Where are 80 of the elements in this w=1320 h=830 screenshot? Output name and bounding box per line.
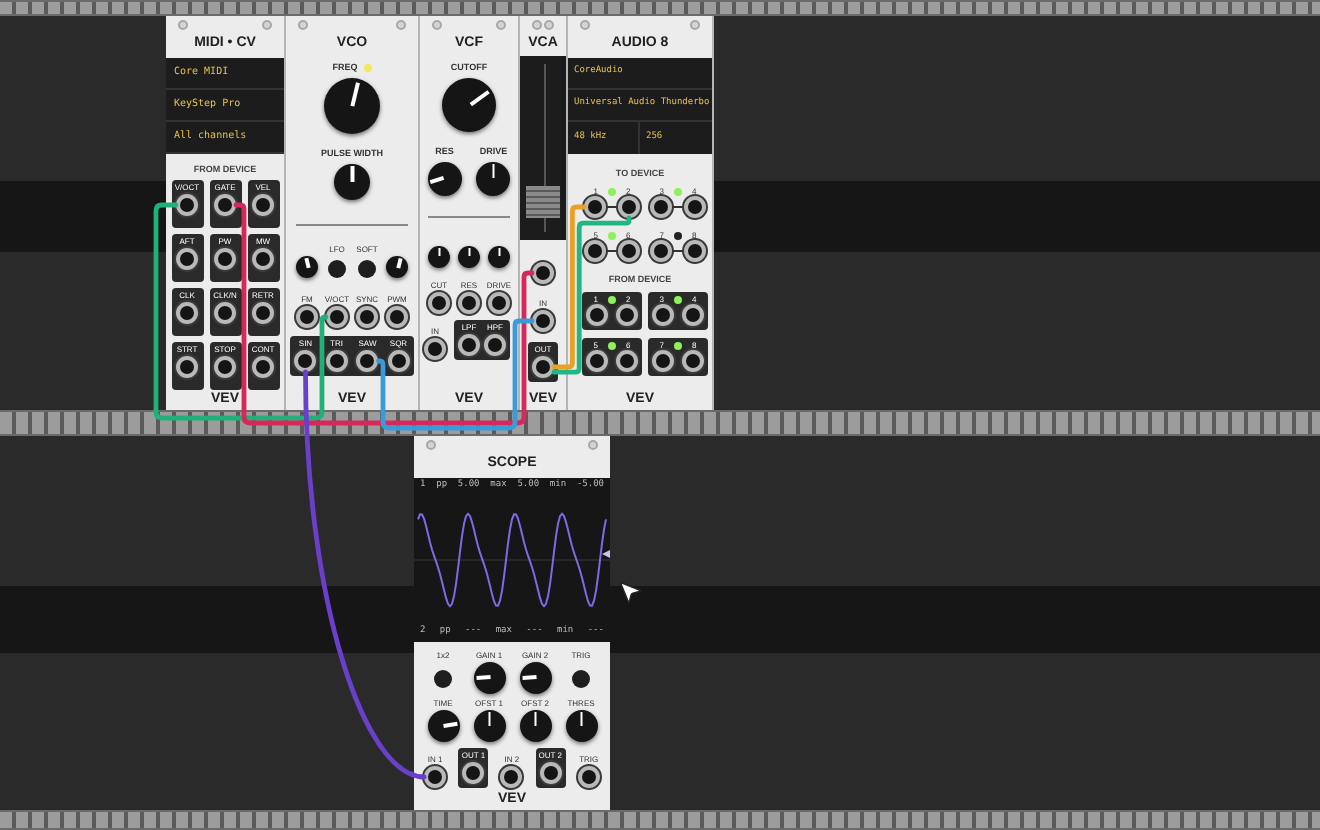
jack-socket[interactable] xyxy=(176,356,198,378)
knob[interactable] xyxy=(458,246,480,268)
jack-socket[interactable] xyxy=(586,350,608,372)
jack-socket[interactable] xyxy=(618,196,640,218)
jack-socket[interactable] xyxy=(650,196,672,218)
jack-socket[interactable] xyxy=(462,762,485,784)
screw-icon xyxy=(496,20,506,30)
jack-socket[interactable] xyxy=(532,262,554,284)
knob[interactable] xyxy=(428,246,450,268)
jack-socket[interactable] xyxy=(577,766,600,788)
jack-socket[interactable] xyxy=(458,334,480,356)
jack-socket[interactable] xyxy=(296,306,318,328)
jack-socket[interactable] xyxy=(618,240,640,262)
jack-socket[interactable] xyxy=(356,306,378,328)
jack-socket[interactable] xyxy=(356,350,379,372)
screw-icon xyxy=(396,20,406,30)
jack-socket[interactable] xyxy=(176,248,198,270)
jack-socket[interactable] xyxy=(386,306,408,328)
screw-icon xyxy=(432,20,442,30)
screw-icon xyxy=(298,20,308,30)
jack-socket[interactable] xyxy=(252,194,274,216)
jack-socket[interactable] xyxy=(294,350,317,372)
knob[interactable] xyxy=(473,662,505,694)
knob[interactable] xyxy=(519,662,551,694)
jack-socket[interactable] xyxy=(252,248,274,270)
jack-socket[interactable] xyxy=(616,350,638,372)
jack-socket[interactable] xyxy=(176,194,198,216)
knob[interactable] xyxy=(488,246,510,268)
knob[interactable] xyxy=(427,710,459,742)
knob[interactable] xyxy=(442,78,496,132)
jack-socket[interactable] xyxy=(616,304,638,326)
jack-socket[interactable] xyxy=(652,304,674,326)
knob[interactable] xyxy=(519,710,551,742)
jack-socket[interactable] xyxy=(214,248,236,270)
knob[interactable] xyxy=(334,164,370,200)
knob[interactable] xyxy=(386,256,408,278)
jack-socket[interactable] xyxy=(325,350,348,372)
jack-socket[interactable] xyxy=(214,194,236,216)
jack-socket[interactable] xyxy=(214,356,236,378)
jack-socket[interactable] xyxy=(586,304,608,326)
jack-socket[interactable] xyxy=(682,350,704,372)
jack-socket[interactable] xyxy=(684,196,706,218)
jack-socket[interactable] xyxy=(532,356,554,378)
jack-socket[interactable] xyxy=(682,304,704,326)
jack-socket[interactable] xyxy=(252,302,274,324)
knob[interactable] xyxy=(324,78,380,134)
knob[interactable] xyxy=(565,710,597,742)
jack-socket[interactable] xyxy=(387,350,410,372)
jack-socket[interactable] xyxy=(325,306,348,328)
jack-socket[interactable] xyxy=(484,334,506,356)
screw-icon xyxy=(690,20,700,30)
jack-socket[interactable] xyxy=(487,292,510,314)
screw-icon xyxy=(426,440,436,450)
jack-socket[interactable] xyxy=(176,302,198,324)
slider-thumb[interactable] xyxy=(526,185,560,218)
jack-socket[interactable] xyxy=(650,240,672,262)
jack-socket[interactable] xyxy=(539,762,562,784)
jack-socket[interactable] xyxy=(584,240,606,262)
toggle-button[interactable] xyxy=(572,669,590,687)
screw-icon xyxy=(178,20,188,30)
jack-socket[interactable] xyxy=(214,302,236,324)
jack-socket[interactable] xyxy=(252,356,274,378)
knob[interactable] xyxy=(473,710,505,742)
toggle-button[interactable] xyxy=(434,669,452,687)
jack-socket[interactable] xyxy=(458,292,480,314)
screw-icon xyxy=(262,20,272,30)
mouse-pointer-icon xyxy=(616,578,644,606)
knob[interactable] xyxy=(296,256,318,278)
jack-socket[interactable] xyxy=(532,310,554,332)
jack-socket[interactable] xyxy=(584,196,606,218)
jack-socket[interactable] xyxy=(424,766,447,788)
jack-socket[interactable] xyxy=(424,338,446,360)
knob[interactable] xyxy=(476,162,511,196)
knob[interactable] xyxy=(427,162,462,196)
jack-socket[interactable] xyxy=(652,350,674,372)
screw-icon xyxy=(588,440,598,450)
screw-icon xyxy=(580,20,590,30)
jack-socket[interactable] xyxy=(428,292,450,314)
jack-socket[interactable] xyxy=(500,766,523,788)
jack-socket[interactable] xyxy=(684,240,706,262)
